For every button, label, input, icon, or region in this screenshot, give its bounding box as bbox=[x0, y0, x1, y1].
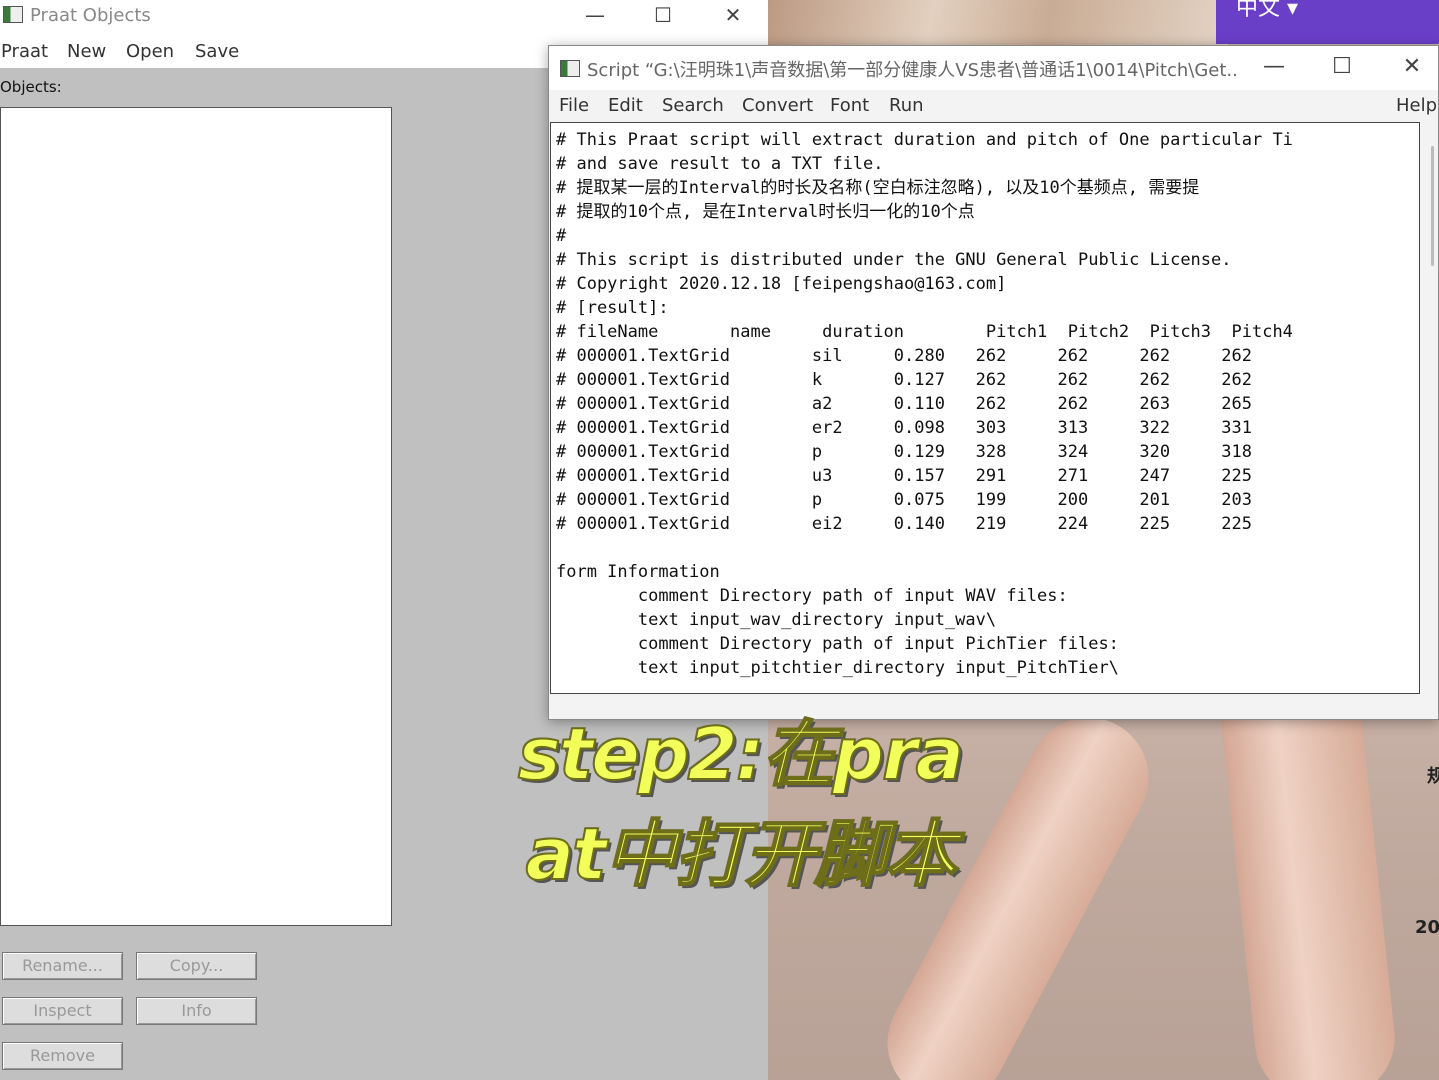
code-line: # 000001.TextGrid a2 0.110 262 262 263 2… bbox=[556, 394, 1252, 414]
script-code: # This Praat script will extract duratio… bbox=[556, 128, 1293, 680]
desktop-side-text-2: 20 bbox=[1415, 917, 1439, 938]
code-line: # 000001.TextGrid k 0.127 262 262 262 26… bbox=[556, 370, 1252, 390]
menu-convert[interactable]: Convert bbox=[742, 95, 813, 116]
code-line: # and save result to a TXT file. bbox=[556, 154, 884, 174]
praat-app-icon bbox=[560, 60, 580, 77]
menu-save[interactable]: Save bbox=[195, 41, 239, 62]
inspect-button[interactable]: Inspect bbox=[2, 997, 123, 1025]
video-caption-line-2: at中打开脚本 bbox=[524, 811, 957, 897]
code-line: # 000001.TextGrid p 0.075 199 200 201 20… bbox=[556, 490, 1252, 510]
code-line: # [result]: bbox=[556, 298, 669, 318]
code-line: # Copyright 2020.12.18 [feipengshao@163.… bbox=[556, 274, 1007, 294]
menu-edit[interactable]: Edit bbox=[608, 95, 643, 116]
maximize-button[interactable]: ☐ bbox=[643, 3, 683, 27]
code-line: text input_wav_directory input_wav\ bbox=[556, 610, 997, 630]
info-button[interactable]: Info bbox=[136, 997, 257, 1025]
copy-button[interactable]: Copy... bbox=[136, 952, 257, 980]
script-menubar: File Edit Search Convert Font Run Help bbox=[549, 90, 1438, 122]
scrollbar-thumb[interactable] bbox=[1431, 146, 1434, 266]
menu-help[interactable]: Help bbox=[1396, 95, 1437, 116]
vertical-scrollbar[interactable] bbox=[1422, 122, 1436, 694]
script-window-title: Script “G:\汪明珠1\声音数据\第一部分健康人VS患者\普通话1\00… bbox=[587, 60, 1237, 81]
menu-search[interactable]: Search bbox=[662, 95, 724, 116]
minimize-button[interactable]: — bbox=[1254, 54, 1294, 79]
menu-font[interactable]: Font bbox=[830, 95, 869, 116]
title-bar: Praat Objects — ☐ ✕ bbox=[0, 0, 768, 32]
code-line: # 000001.TextGrid p 0.129 328 324 320 31… bbox=[556, 442, 1252, 462]
code-line: # bbox=[556, 226, 567, 246]
code-line: comment Directory path of input PichTier… bbox=[556, 634, 1119, 654]
menu-run[interactable]: Run bbox=[889, 95, 924, 116]
menu-praat[interactable]: Praat bbox=[1, 41, 48, 62]
menu-file[interactable]: File bbox=[559, 95, 589, 116]
close-button[interactable]: ✕ bbox=[1392, 54, 1432, 79]
close-button[interactable]: ✕ bbox=[713, 3, 753, 27]
code-line: # 000001.TextGrid ei2 0.140 219 224 225 … bbox=[556, 514, 1252, 534]
video-caption-line-1: step2:在pra bbox=[517, 711, 965, 797]
praat-app-icon bbox=[3, 6, 23, 23]
code-line: form Information bbox=[556, 562, 720, 582]
code-line: comment Directory path of input WAV file… bbox=[556, 586, 1068, 606]
maximize-button[interactable]: ☐ bbox=[1322, 54, 1362, 79]
ime-language-indicator[interactable]: 中文 ▾ bbox=[1216, 0, 1439, 44]
code-line: # 000001.TextGrid er2 0.098 303 313 322 … bbox=[556, 418, 1252, 438]
menu-new[interactable]: New bbox=[67, 41, 106, 62]
script-title-bar: Script “G:\汪明珠1\声音数据\第一部分健康人VS患者\普通话1\00… bbox=[549, 46, 1438, 90]
script-text-area[interactable]: # This Praat script will extract duratio… bbox=[550, 122, 1420, 694]
objects-label: Objects: bbox=[0, 78, 62, 96]
window-title: Praat Objects bbox=[30, 5, 151, 26]
desktop-side-text: 规 bbox=[1427, 766, 1439, 787]
rename-button[interactable]: Rename... bbox=[2, 952, 123, 980]
code-line: # This Praat script will extract duratio… bbox=[556, 130, 1293, 150]
code-line: # 000001.TextGrid sil 0.280 262 262 262 … bbox=[556, 346, 1252, 366]
code-line: text input_pitchtier_directory input_Pit… bbox=[556, 658, 1119, 678]
code-line: # This script is distributed under the G… bbox=[556, 250, 1232, 270]
code-line: # fileName name duration Pitch1 Pitch2 P… bbox=[556, 322, 1293, 342]
code-line: # 提取某一层的Interval的时长及名称(空白标注忽略), 以及10个基频点… bbox=[556, 178, 1200, 198]
script-editor-window: Script “G:\汪明珠1\声音数据\第一部分健康人VS患者\普通话1\00… bbox=[548, 45, 1439, 720]
remove-button[interactable]: Remove bbox=[2, 1042, 123, 1070]
menu-open[interactable]: Open bbox=[126, 41, 174, 62]
minimize-button[interactable]: — bbox=[575, 3, 615, 27]
code-line: # 000001.TextGrid u3 0.157 291 271 247 2… bbox=[556, 466, 1252, 486]
code-line: # 提取的10个点, 是在Interval时长归一化的10个点 bbox=[556, 202, 975, 222]
objects-list[interactable] bbox=[0, 107, 392, 926]
